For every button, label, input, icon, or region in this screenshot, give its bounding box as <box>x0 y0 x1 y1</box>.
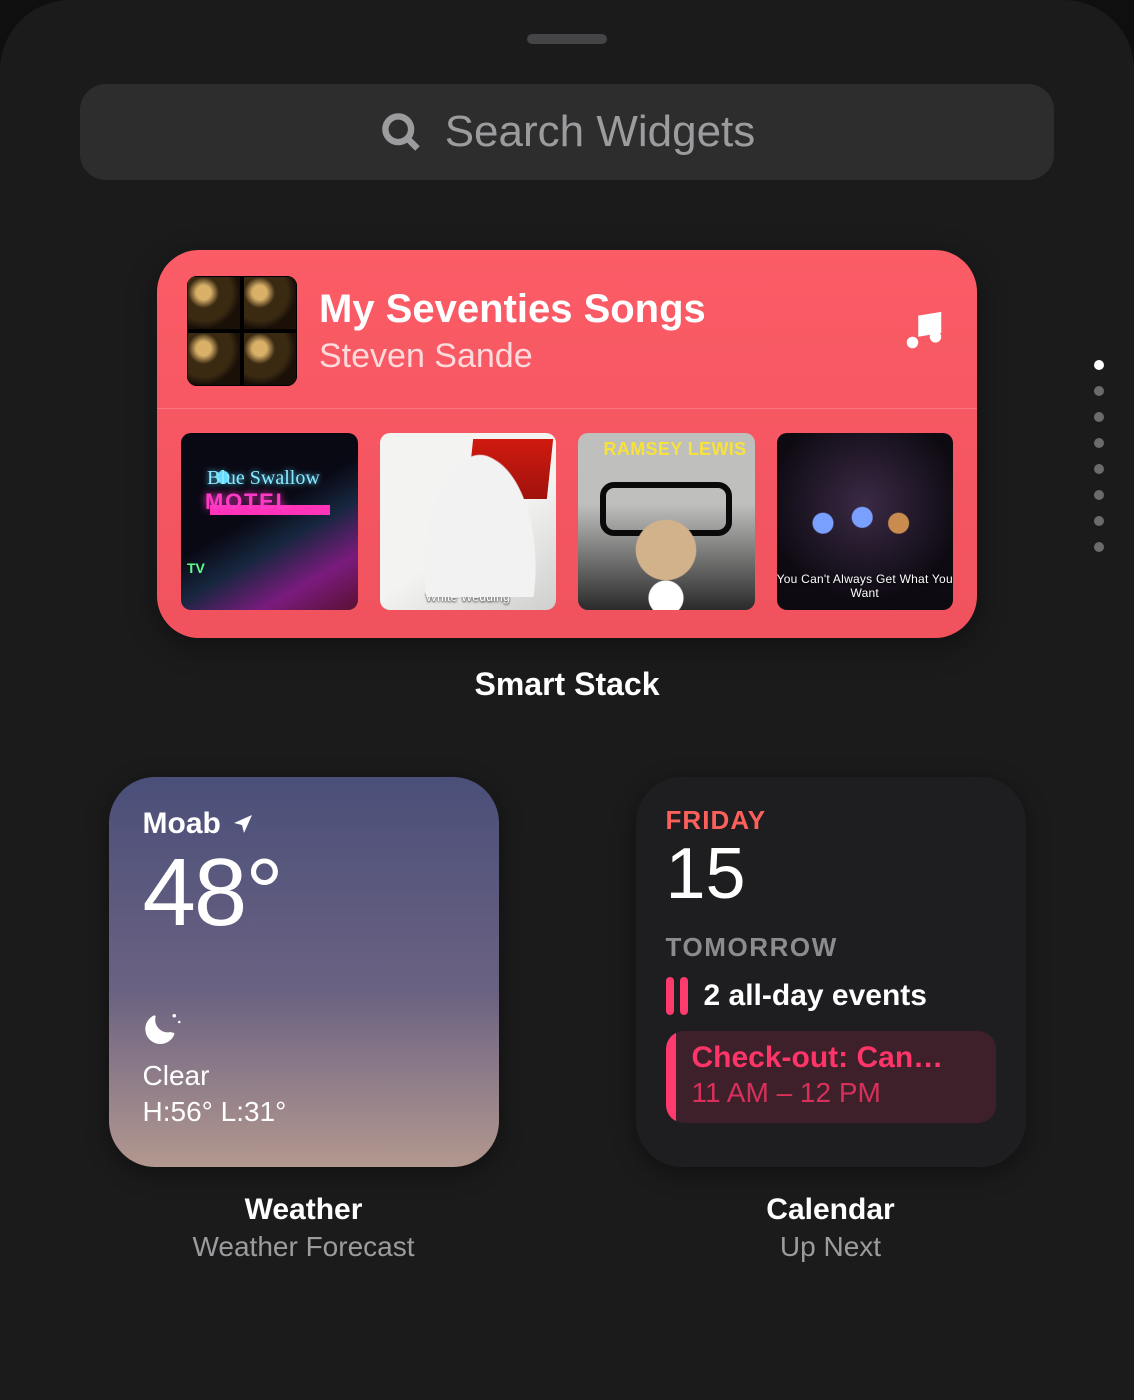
calendar-dayname: FRIDAY <box>666 805 996 836</box>
event-color-stripe <box>666 1031 676 1123</box>
stack-dot[interactable] <box>1094 386 1104 396</box>
weather-hilo: H:56° L:31° <box>143 1096 465 1128</box>
stack-page-dots[interactable] <box>1094 360 1104 552</box>
calendar-widget[interactable]: FRIDAY 15 TOMORROW 2 all-day events Chec… <box>636 777 1026 1167</box>
widget-gallery-sheet: Search Widgets My Seventies Songs Steven… <box>0 0 1134 1400</box>
calendar-daynum: 15 <box>666 838 996 910</box>
location-arrow-icon <box>231 812 255 836</box>
search-input[interactable]: Search Widgets <box>80 84 1054 180</box>
weather-temp: 48° <box>143 845 465 941</box>
calendar-allday-row: 2 all-day events <box>666 977 996 1015</box>
calendar-widget-sub: Up Next <box>766 1231 894 1263</box>
playlist-artwork <box>187 276 297 386</box>
playlist-owner: Steven Sande <box>319 337 879 376</box>
calendar-allday-count: 2 all-day events <box>704 979 927 1013</box>
calendar-column: FRIDAY 15 TOMORROW 2 all-day events Chec… <box>607 777 1054 1263</box>
smart-stack-area: My Seventies Songs Steven Sande Blue Swa… <box>80 250 1054 703</box>
album-3[interactable]: RAMSEY LEWIS <box>578 433 755 610</box>
event-color-bar <box>666 977 674 1015</box>
stack-dot[interactable] <box>1094 360 1104 370</box>
smart-stack-label: Smart Stack <box>80 666 1054 703</box>
widgets-row: Moab 48° Clear H:56° L:31° Weather Weath… <box>80 777 1054 1263</box>
weather-widget-sub: Weather Forecast <box>192 1231 414 1263</box>
stack-dot[interactable] <box>1094 438 1104 448</box>
album-1[interactable]: Blue Swallow MOTEL TV <box>181 433 358 610</box>
smart-stack-widget[interactable]: My Seventies Songs Steven Sande Blue Swa… <box>157 250 977 638</box>
calendar-widget-name: Calendar <box>766 1193 894 1227</box>
calendar-event-title: Check-out: Can… <box>692 1041 944 1075</box>
album-4[interactable]: You Can't Always Get What You Want <box>777 433 954 610</box>
calendar-event[interactable]: Check-out: Can… 11 AM – 12 PM <box>666 1031 996 1123</box>
music-note-icon <box>901 308 947 354</box>
album-row: Blue Swallow MOTEL TV White Wedding RAMS… <box>157 408 977 638</box>
stack-dot[interactable] <box>1094 542 1104 552</box>
stack-dot[interactable] <box>1094 464 1104 474</box>
calendar-section: TOMORROW <box>666 932 996 963</box>
search-icon <box>379 110 423 154</box>
weather-widget-name: Weather <box>192 1193 414 1227</box>
weather-column: Moab 48° Clear H:56° L:31° Weather Weath… <box>80 777 527 1263</box>
weather-widget[interactable]: Moab 48° Clear H:56° L:31° <box>109 777 499 1167</box>
stack-dot[interactable] <box>1094 412 1104 422</box>
weather-condition-icon <box>143 1007 465 1052</box>
stack-dot[interactable] <box>1094 516 1104 526</box>
album-2[interactable]: White Wedding <box>380 433 557 610</box>
weather-location: Moab <box>143 807 465 841</box>
calendar-allday-bars <box>666 977 688 1015</box>
playlist-title: My Seventies Songs <box>319 287 879 331</box>
search-placeholder: Search Widgets <box>445 107 756 157</box>
calendar-event-time: 11 AM – 12 PM <box>692 1077 944 1109</box>
stack-dot[interactable] <box>1094 490 1104 500</box>
event-color-bar <box>680 977 688 1015</box>
sheet-grabber[interactable] <box>527 34 607 44</box>
music-header: My Seventies Songs Steven Sande <box>157 250 977 408</box>
weather-condition: Clear <box>143 1060 465 1092</box>
